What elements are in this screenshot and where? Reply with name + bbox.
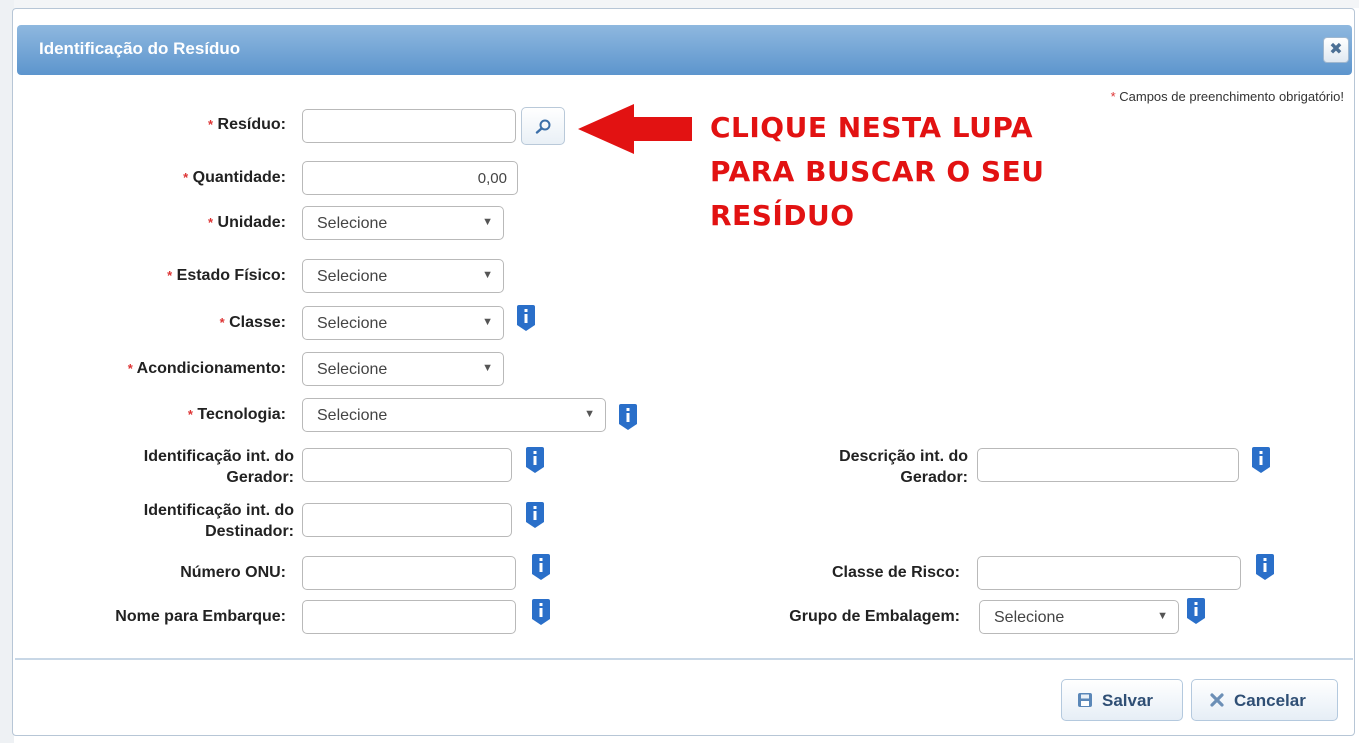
estado-fisico-selected: Selecione	[317, 268, 388, 285]
footer-divider	[15, 658, 1353, 660]
required-star: *	[183, 170, 189, 185]
chevron-down-icon: ▼	[482, 362, 493, 374]
dialog-header: Identificação do Resíduo ✖	[17, 25, 1352, 75]
ident-gerador-input[interactable]	[302, 448, 512, 482]
required-star: *	[167, 268, 173, 283]
acondicionamento-label-text: Acondicionamento:	[136, 360, 286, 377]
unidade-select[interactable]: Selecione ▼	[302, 206, 504, 240]
estado-fisico-label-text: Estado Físico:	[176, 267, 286, 284]
chevron-down-icon: ▼	[482, 216, 493, 228]
annotation-line3: RESÍDUO	[710, 199, 855, 232]
chevron-down-icon: ▼	[584, 408, 595, 420]
info-icon[interactable]	[1187, 598, 1205, 624]
info-icon[interactable]	[526, 447, 544, 473]
page-backdrop-top	[0, 0, 1359, 8]
close-button[interactable]: ✖	[1323, 37, 1349, 63]
dialog-title: Identificação do Resíduo	[39, 39, 241, 58]
quantidade-input[interactable]	[302, 161, 518, 195]
search-residue-button[interactable]	[521, 107, 565, 145]
ident-destinador-label-line1: Identificação int. do	[143, 502, 294, 519]
annotation-line1: CLIQUE NESTA LUPA	[710, 111, 1033, 144]
info-icon[interactable]	[1252, 447, 1270, 473]
residuo-input[interactable]	[302, 109, 516, 143]
chevron-down-icon: ▼	[1157, 610, 1168, 622]
tecnologia-label: * Tecnologia:	[60, 406, 286, 424]
unidade-label-text: Unidade:	[217, 214, 286, 231]
tecnologia-label-text: Tecnologia:	[197, 406, 286, 423]
save-label: Salvar	[1102, 691, 1154, 710]
ident-destinador-input[interactable]	[302, 503, 512, 537]
ident-gerador-label-line2: Gerador:	[226, 469, 294, 486]
nome-embarque-label: Nome para Embarque:	[115, 608, 286, 625]
classe-selected: Selecione	[317, 315, 388, 332]
close-icon: ✖	[1329, 41, 1343, 58]
numero-onu-input[interactable]	[302, 556, 516, 590]
cancel-label: Cancelar	[1234, 691, 1306, 710]
red-arrow-annotation	[578, 104, 692, 154]
unidade-label: * Unidade:	[60, 214, 286, 232]
classe-risco-label: Classe de Risco:	[831, 564, 960, 581]
tecnologia-selected: Selecione	[317, 407, 388, 424]
residuo-label: * Resíduo:	[60, 116, 286, 134]
info-icon[interactable]	[517, 305, 535, 331]
info-icon[interactable]	[532, 599, 550, 625]
info-icon[interactable]	[532, 554, 550, 580]
descr-gerador-label: Descrição int. do Gerador:	[760, 446, 968, 488]
required-note-text: Campos de preenchimento obrigatório!	[1119, 89, 1344, 104]
x-icon	[1210, 693, 1224, 707]
required-star: *	[208, 117, 214, 132]
chevron-down-icon: ▼	[482, 269, 493, 281]
grupo-embalagem-label: Grupo de Embalagem:	[789, 608, 960, 625]
unidade-selected: Selecione	[317, 215, 388, 232]
descr-gerador-label-line1: Descrição int. do	[839, 448, 968, 465]
acondicionamento-select[interactable]: Selecione ▼	[302, 352, 504, 386]
chevron-down-icon: ▼	[482, 316, 493, 328]
numero-onu-label: Número ONU:	[180, 564, 286, 581]
info-icon[interactable]	[619, 404, 637, 430]
required-star: *	[127, 361, 133, 376]
ident-gerador-label-line1: Identificação int. do	[143, 448, 294, 465]
required-note: * Campos de preenchimento obrigatório!	[1111, 89, 1344, 104]
classe-label-text: Classe:	[229, 314, 286, 331]
quantidade-label: * Quantidade:	[60, 169, 286, 187]
required-star: *	[1110, 89, 1116, 104]
descr-gerador-input[interactable]	[977, 448, 1239, 482]
annotation-line2: PARA BUSCAR O SEU	[710, 155, 1045, 188]
nome-embarque-input[interactable]	[302, 600, 516, 634]
estado-fisico-label: * Estado Físico:	[60, 267, 286, 285]
grupo-embalagem-selected: Selecione	[994, 609, 1065, 626]
ident-gerador-label: Identificação int. do Gerador:	[60, 446, 294, 488]
info-icon[interactable]	[1256, 554, 1274, 580]
annotation-text: CLIQUE NESTA LUPA PARA BUSCAR O SEU RESÍ…	[710, 106, 1044, 238]
ident-destinador-label: Identificação int. do Destinador:	[60, 500, 294, 542]
info-icon[interactable]	[526, 502, 544, 528]
classe-select[interactable]: Selecione ▼	[302, 306, 504, 340]
acondicionamento-label: * Acondicionamento:	[40, 360, 286, 378]
residuo-label-text: Resíduo:	[217, 116, 286, 133]
cancel-button[interactable]: Cancelar	[1191, 679, 1338, 721]
tecnologia-select[interactable]: Selecione ▼	[302, 398, 606, 432]
descr-gerador-label-line2: Gerador:	[900, 469, 968, 486]
quantidade-label-text: Quantidade:	[192, 169, 286, 186]
grupo-embalagem-select[interactable]: Selecione ▼	[979, 600, 1179, 634]
required-star: *	[208, 215, 214, 230]
save-button[interactable]: Salvar	[1061, 679, 1183, 721]
classe-risco-input[interactable]	[977, 556, 1241, 590]
floppy-icon	[1078, 693, 1092, 707]
required-star: *	[187, 407, 193, 422]
required-star: *	[219, 315, 225, 330]
estado-fisico-select[interactable]: Selecione ▼	[302, 259, 504, 293]
acondicionamento-selected: Selecione	[317, 361, 388, 378]
classe-label: * Classe:	[60, 314, 286, 332]
ident-destinador-label-line2: Destinador:	[205, 523, 294, 540]
search-icon	[535, 119, 551, 134]
